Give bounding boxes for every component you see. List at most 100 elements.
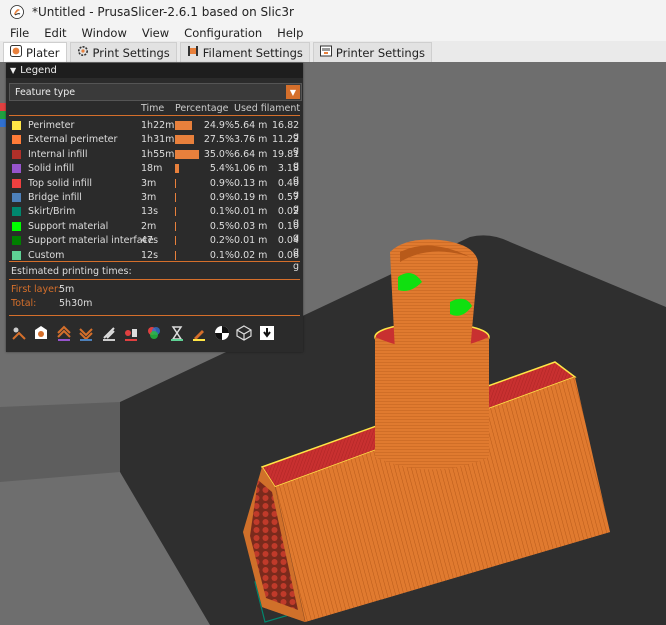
menu-edit[interactable]: Edit	[44, 26, 66, 40]
feature-time: 12s	[141, 249, 159, 261]
plater-icon	[10, 45, 22, 60]
feature-row[interactable]: Top solid infill 3m 0.9% 0.13 m 0.40 g	[6, 177, 303, 200]
feature-row[interactable]: External perimeter 1h31m 27.5% 3.76 m 11.22 …	[6, 133, 303, 156]
retractions-icon[interactable]	[54, 324, 73, 343]
legend-header[interactable]: ▼ Legend	[6, 63, 303, 78]
legend-panel: ▼ Legend Feature type ▼ Time Percentage …	[6, 63, 303, 352]
collapse-triangle-icon[interactable]: ▼	[10, 66, 16, 75]
feature-percentage: 0.1%	[209, 249, 234, 261]
feature-color-swatch	[12, 178, 21, 188]
feature-percentage-bar	[175, 236, 176, 246]
feature-row[interactable]: Support material interface 47s 0.2% 0.01 m0…	[6, 234, 303, 257]
feature-percentage-bar	[175, 193, 176, 202]
feature-time: 18m	[141, 163, 163, 175]
custom-gcode-icon[interactable]	[190, 324, 209, 343]
tab-printer-settings[interactable]: Printer Settings	[312, 42, 432, 62]
menu-file[interactable]: File	[10, 26, 29, 40]
spool-icon	[187, 45, 199, 60]
estimated-times-label: Estimated printing times:	[11, 266, 132, 277]
feature-percentage-bar	[175, 164, 179, 174]
feature-meters: 0.02 m	[234, 249, 268, 261]
feature-percentage: 35.0%	[203, 148, 234, 160]
tab-plater-label: Plater	[26, 45, 60, 60]
feature-percentage-bar	[175, 135, 194, 145]
menu-help[interactable]: Help	[277, 26, 303, 40]
feature-name: Skirt/Brim	[28, 206, 76, 218]
feature-percentage: 0.1%	[209, 206, 234, 218]
feature-time: 3m	[141, 177, 157, 189]
legend-title: Legend	[20, 65, 57, 76]
feature-row[interactable]: Perimeter 1h22m 24.9% 5.64 m 16.82 g	[6, 119, 303, 142]
chevron-down-icon[interactable]: ▼	[286, 85, 300, 99]
divider	[9, 115, 300, 116]
feature-percentage-bar	[175, 207, 176, 217]
feature-name: Custom	[28, 249, 65, 261]
pause-icon[interactable]	[167, 324, 186, 343]
tab-print-settings-label: Print Settings	[92, 45, 170, 60]
tool-marker-icon[interactable]	[258, 324, 277, 343]
feature-color-swatch	[12, 236, 21, 246]
tab-filament-settings-label: Filament Settings	[202, 45, 303, 60]
travel-icon[interactable]	[9, 324, 28, 343]
printer-icon	[319, 45, 332, 60]
feature-meters: 0.19 m	[234, 192, 268, 203]
window-title: *Untitled - PrusaSlicer-2.6.1 based on S…	[32, 5, 294, 19]
header-time: Time	[141, 103, 165, 114]
feature-name: Support material	[28, 220, 109, 232]
feature-name: Solid infill	[28, 163, 75, 175]
feature-row[interactable]: Bridge infill 3m 0.9% 0.19 m 0.57 g	[6, 191, 303, 214]
shells-icon[interactable]	[235, 324, 254, 343]
feature-color-swatch	[12, 135, 21, 145]
feature-name: Perimeter	[28, 120, 75, 131]
feature-time: 1h22m	[141, 120, 175, 131]
total-label: Total:	[11, 298, 37, 309]
gcode-options-toolbar	[9, 321, 300, 345]
tab-print-settings[interactable]: Print Settings	[69, 42, 177, 62]
tab-bar: Plater Print Settings Filament Settings …	[0, 41, 666, 63]
feature-row[interactable]: Solid infill 18m 5.4% 1.06 m 3.18 g	[6, 162, 303, 185]
wipe-icon[interactable]	[32, 324, 51, 343]
feature-meters: 3.76 m	[234, 134, 268, 146]
feature-row[interactable]: Support material 2m 0.5% 0.03 m 0.10 g	[6, 220, 303, 243]
feature-name: Top solid infill	[28, 177, 93, 189]
feature-time: 1h55m	[141, 148, 175, 160]
feature-percentage: 0.9%	[209, 192, 234, 203]
tab-printer-settings-label: Printer Settings	[335, 45, 425, 60]
feature-percentage: 5.4%	[209, 163, 234, 175]
feature-name: External perimeter	[28, 134, 118, 146]
header-used-filament: Used filament	[234, 103, 301, 114]
feature-percentage-bar	[175, 221, 176, 231]
title-bar: *Untitled - PrusaSlicer-2.6.1 based on S…	[0, 0, 666, 24]
feature-percentage: 24.9%	[203, 120, 234, 131]
tool-changes-icon[interactable]	[122, 324, 141, 343]
header-percentage: Percentage	[175, 103, 229, 114]
feature-row[interactable]: Skirt/Brim 13s 0.1% 0.01 m 0.02 g	[6, 205, 303, 228]
deretractions-icon[interactable]	[77, 324, 96, 343]
feature-percentage-bar	[175, 178, 176, 188]
color-changes-icon[interactable]	[145, 324, 164, 343]
tab-filament-settings[interactable]: Filament Settings	[179, 42, 310, 62]
view-type-value: Feature type	[15, 86, 76, 98]
menu-window[interactable]: Window	[82, 26, 127, 40]
feature-percentage: 27.5%	[203, 134, 234, 146]
menu-configuration[interactable]: Configuration	[184, 26, 262, 40]
feature-percentage: 0.5%	[209, 220, 234, 232]
menu-view[interactable]: View	[142, 26, 169, 40]
feature-color-swatch	[12, 250, 21, 260]
feature-name: Bridge infill	[28, 192, 82, 203]
feature-row[interactable]: Internal infill 1h55m 35.0% 6.64 m 19.81 g	[6, 148, 303, 171]
feature-meters: 0.03 m	[234, 220, 268, 232]
tab-plater[interactable]: Plater	[3, 42, 67, 62]
feature-percentage-bar	[175, 121, 193, 130]
view-type-select[interactable]: Feature type ▼	[9, 83, 302, 101]
feature-time: 2m	[141, 220, 157, 232]
seams-icon[interactable]	[99, 324, 118, 343]
menu-bar: File Edit Window View Configuration Help	[0, 24, 666, 41]
cog-icon[interactable]	[212, 324, 231, 343]
feature-meters: 0.01 m	[234, 206, 268, 218]
divider	[9, 315, 300, 316]
total-value: 5h30m	[59, 298, 93, 309]
feature-meters: 0.01 m	[234, 235, 268, 247]
feature-percentage-bar	[175, 250, 176, 260]
feature-percentage: 0.2%	[209, 235, 234, 247]
